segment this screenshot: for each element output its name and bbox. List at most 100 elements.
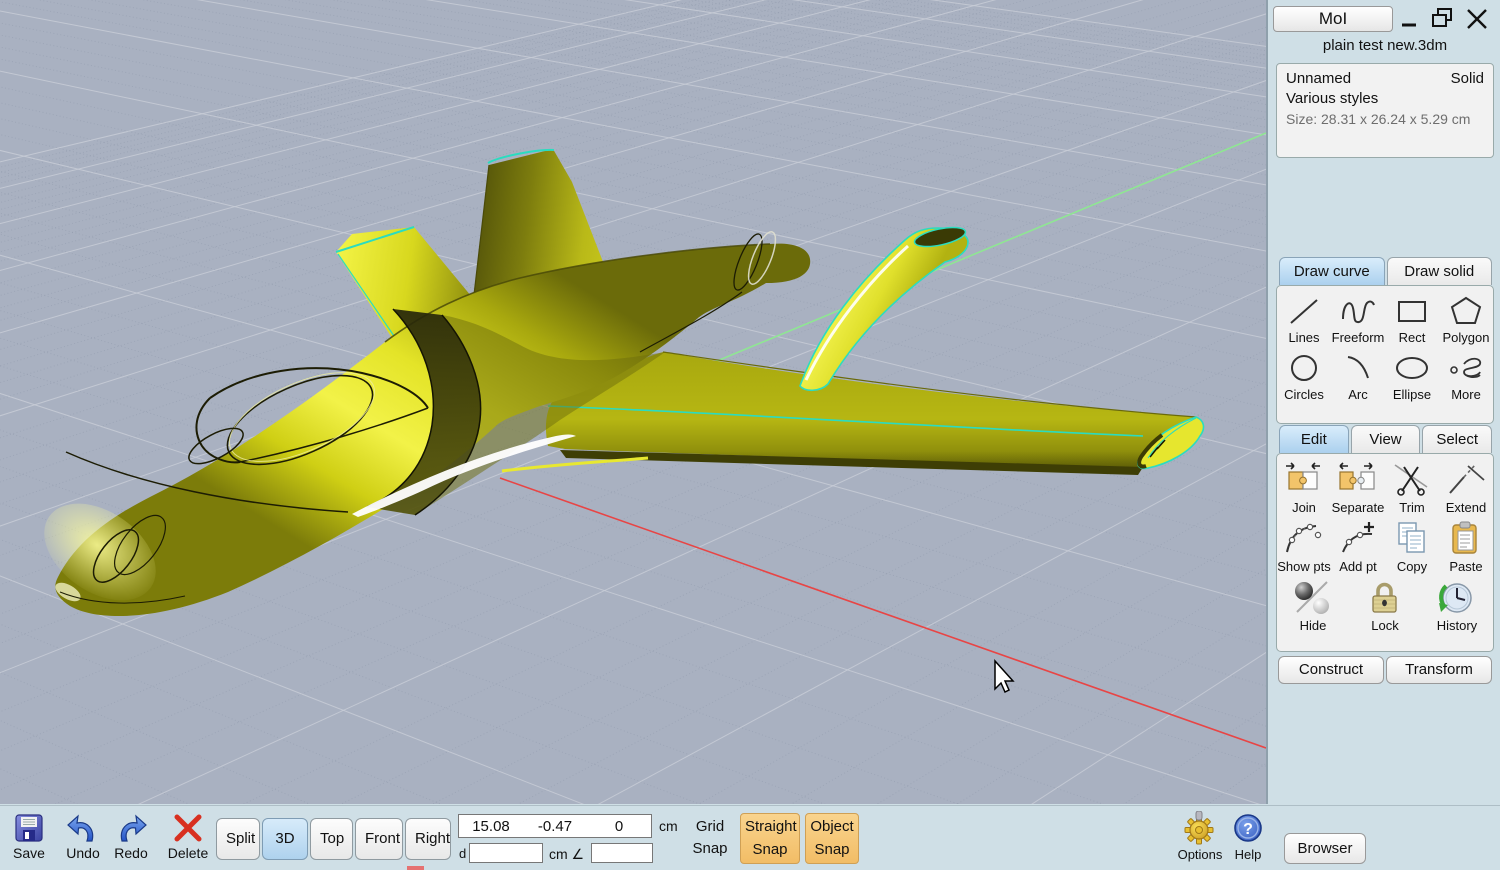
view-3d-button[interactable]: 3D xyxy=(262,818,308,860)
redo-icon xyxy=(114,813,148,843)
object-size: Size: 28.31 x 26.24 x 5.29 cm xyxy=(1286,110,1484,128)
units-label: cm xyxy=(659,818,678,834)
transform-button[interactable]: Transform xyxy=(1386,656,1492,684)
undo-button[interactable]: Undo xyxy=(60,813,106,861)
hide-icon xyxy=(1291,579,1335,617)
angle-input[interactable] xyxy=(591,843,653,863)
delete-icon xyxy=(172,813,204,843)
mouse-cursor xyxy=(995,661,1013,692)
arc-icon xyxy=(1338,350,1378,386)
copy-icon xyxy=(1390,520,1434,558)
help-icon: ? xyxy=(1232,811,1264,845)
side-panel: MoI plain test new.3dm Unnamed Solid Var… xyxy=(1270,0,1500,804)
view-top-button[interactable]: Top xyxy=(310,818,353,860)
show-points-icon xyxy=(1282,520,1326,558)
restore-window-icon[interactable] xyxy=(1430,6,1454,30)
app-menu-button[interactable]: MoI xyxy=(1273,6,1393,32)
gear-icon xyxy=(1182,811,1218,845)
rect-icon xyxy=(1392,293,1432,329)
more-icon xyxy=(1446,350,1486,386)
tool-show-pts[interactable]: Show pts xyxy=(1277,517,1331,576)
tool-join[interactable]: Join xyxy=(1277,458,1331,517)
trim-icon xyxy=(1390,461,1434,499)
minimize-icon[interactable] xyxy=(1399,8,1423,32)
tool-lines[interactable]: Lines xyxy=(1277,290,1331,347)
axis-line-red xyxy=(500,478,1266,748)
object-styles: Various styles xyxy=(1286,90,1484,107)
coordinate-input[interactable]: 15.08 -0.47 0 xyxy=(458,814,652,838)
tab-draw-solid[interactable]: Draw solid xyxy=(1387,257,1493,285)
coord-x: 15.08 xyxy=(459,818,523,835)
redo-button[interactable]: Redo xyxy=(108,813,154,861)
document-name: plain test new.3dm xyxy=(1270,37,1500,54)
coord-z: 0 xyxy=(587,818,651,835)
tool-extend[interactable]: Extend xyxy=(1439,458,1493,517)
tab-view[interactable]: View xyxy=(1351,425,1421,453)
draw-tab-row: Draw curve Draw solid xyxy=(1279,257,1492,285)
save-icon xyxy=(14,813,44,843)
delete-button[interactable]: Delete xyxy=(164,813,212,861)
browser-button[interactable]: Browser xyxy=(1284,833,1366,864)
tab-draw-curve[interactable]: Draw curve xyxy=(1279,257,1385,285)
tool-polygon[interactable]: Polygon xyxy=(1439,290,1493,347)
grid-snap-toggle[interactable]: Grid Snap xyxy=(684,816,736,860)
separate-icon xyxy=(1336,461,1380,499)
lines-icon xyxy=(1284,293,1324,329)
tool-trim[interactable]: Trim xyxy=(1385,458,1439,517)
hidden-panel-indicator xyxy=(407,866,424,870)
view-right-button[interactable]: Right xyxy=(405,818,451,860)
edit-tools-box: Join Separate xyxy=(1276,453,1494,652)
straight-snap-toggle[interactable]: Straight Snap xyxy=(740,813,800,864)
close-icon[interactable] xyxy=(1464,6,1488,30)
edit-tab-row: Edit View Select xyxy=(1279,425,1492,453)
save-button[interactable]: Save xyxy=(8,813,50,861)
ellipse-icon xyxy=(1392,350,1432,386)
tool-separate[interactable]: Separate xyxy=(1331,458,1385,517)
view-split-button[interactable]: Split xyxy=(216,818,260,860)
tool-circles[interactable]: Circles xyxy=(1277,347,1331,404)
tool-ellipse[interactable]: Ellipse xyxy=(1385,347,1439,404)
tool-freeform[interactable]: Freeform xyxy=(1331,290,1385,347)
distance-label: d xyxy=(459,846,466,861)
help-button[interactable]: ? Help xyxy=(1228,811,1268,862)
viewport-3d[interactable] xyxy=(0,0,1268,804)
paste-icon xyxy=(1444,520,1488,558)
model-right-stabilizer xyxy=(800,228,968,390)
object-snap-toggle[interactable]: Object Snap xyxy=(805,813,859,864)
tool-more[interactable]: More xyxy=(1439,347,1493,404)
tool-hide[interactable]: Hide xyxy=(1277,576,1349,635)
object-name: Unnamed xyxy=(1286,70,1351,87)
tool-copy[interactable]: Copy xyxy=(1385,517,1439,576)
history-icon xyxy=(1435,579,1479,617)
tool-lock[interactable]: Lock xyxy=(1349,576,1421,635)
tool-history[interactable]: History xyxy=(1421,576,1493,635)
lock-icon xyxy=(1363,579,1407,617)
tab-select[interactable]: Select xyxy=(1422,425,1492,453)
tool-arc[interactable]: Arc xyxy=(1331,347,1385,404)
coord-y: -0.47 xyxy=(523,818,587,835)
model-airplane xyxy=(26,149,1203,620)
polygon-icon xyxy=(1446,293,1486,329)
draw-tools-box: Lines Freeform Rect Polygon Circles Arc xyxy=(1276,285,1494,424)
join-icon xyxy=(1282,461,1326,499)
viewport-canvas[interactable] xyxy=(0,0,1266,804)
bottom-toolbar: Save Undo Redo Delete Split 3D Top Front… xyxy=(0,805,1500,870)
extend-icon xyxy=(1444,461,1488,499)
add-point-icon xyxy=(1336,520,1380,558)
freeform-icon xyxy=(1338,293,1378,329)
object-info-panel: Unnamed Solid Various styles Size: 28.31… xyxy=(1276,63,1494,158)
distance-input[interactable] xyxy=(469,843,543,863)
tool-rect[interactable]: Rect xyxy=(1385,290,1439,347)
circles-icon xyxy=(1284,350,1324,386)
view-front-button[interactable]: Front xyxy=(355,818,403,860)
construct-button[interactable]: Construct xyxy=(1278,656,1384,684)
options-button[interactable]: Options xyxy=(1174,811,1226,862)
svg-text:?: ? xyxy=(1243,821,1253,838)
object-type: Solid xyxy=(1451,70,1484,87)
construct-transform-row: Construct Transform xyxy=(1278,656,1492,684)
undo-icon xyxy=(66,813,100,843)
tab-edit[interactable]: Edit xyxy=(1279,425,1349,453)
tool-add-pt[interactable]: Add pt xyxy=(1331,517,1385,576)
tool-paste[interactable]: Paste xyxy=(1439,517,1493,576)
angle-label: cm ∠ xyxy=(549,846,584,863)
